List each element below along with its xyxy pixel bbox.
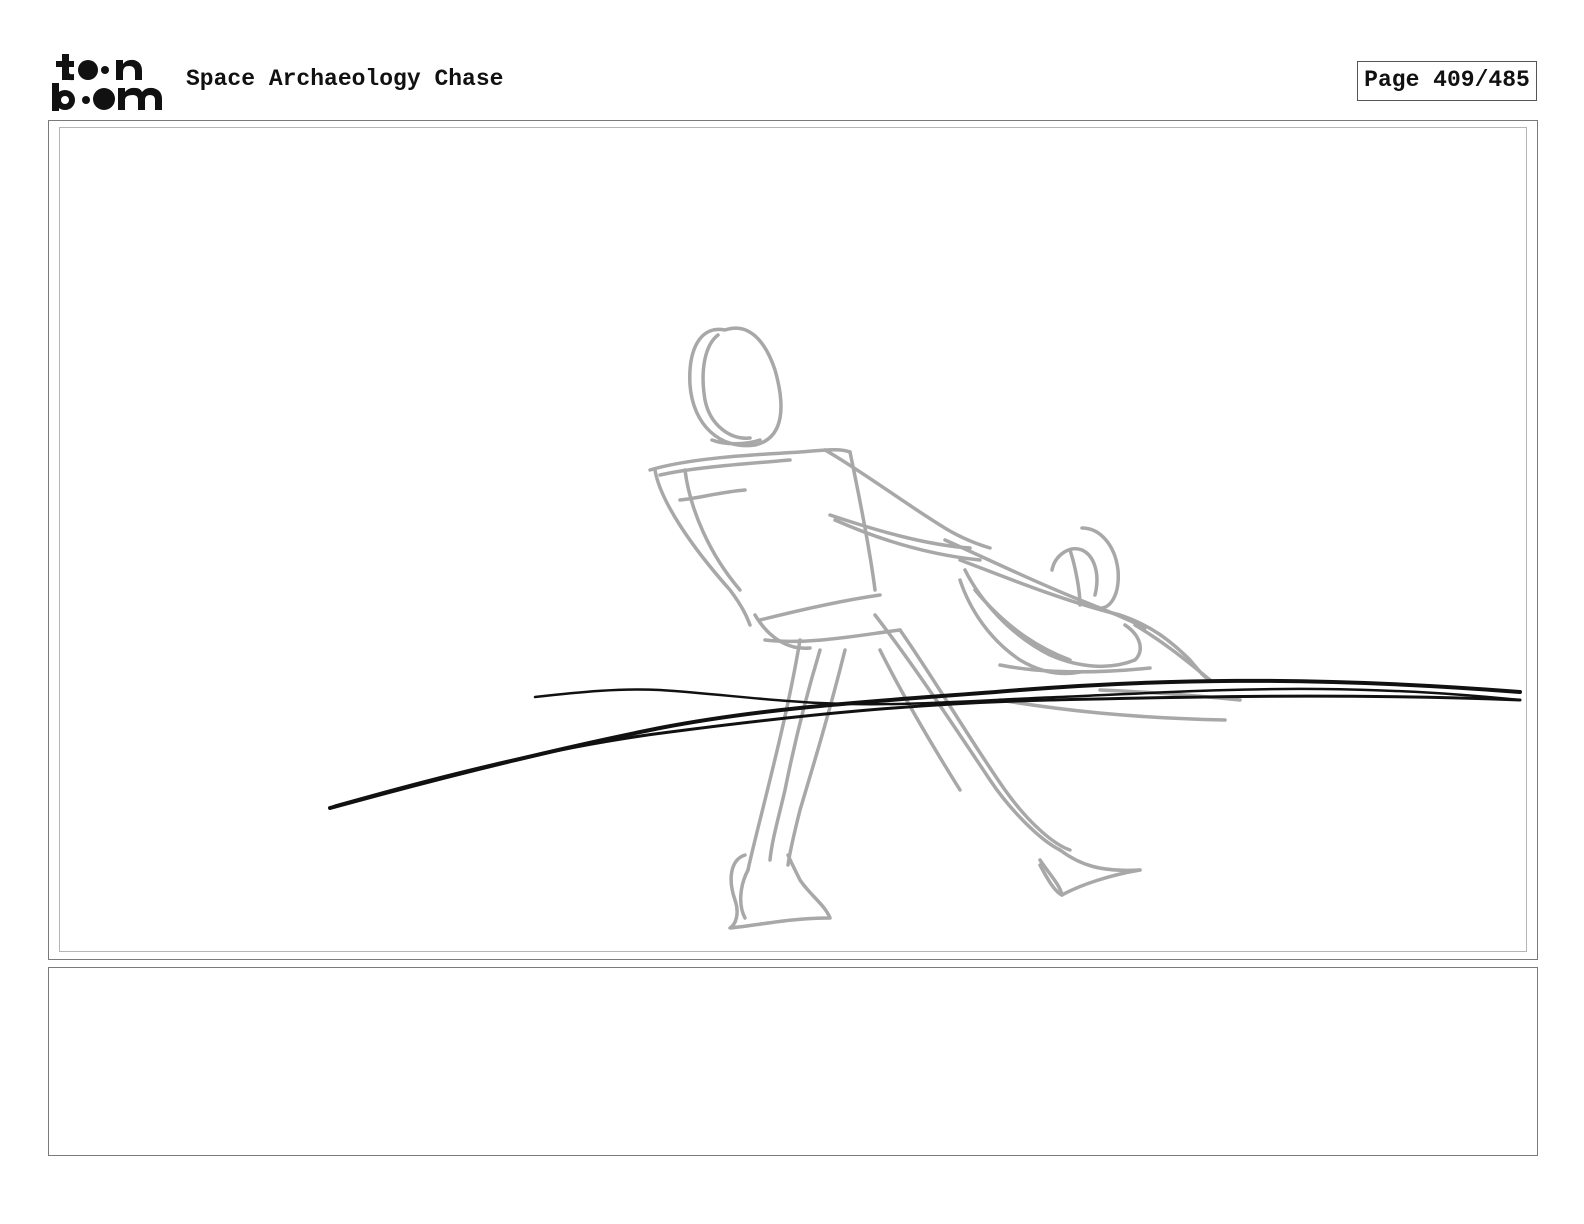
caption-notes-box [48, 967, 1538, 1156]
rough-character-sketch [648, 326, 1242, 930]
ink-motion-lines [328, 678, 1522, 810]
